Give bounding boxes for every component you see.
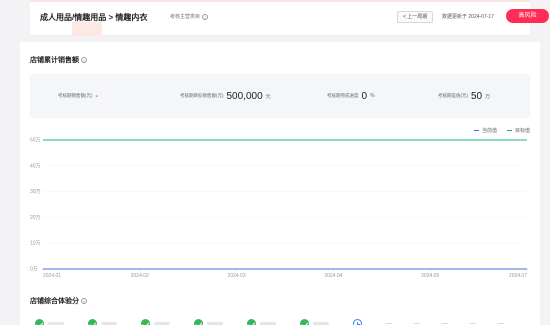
stat-progress: 考核期完成进度 0 % <box>327 74 375 118</box>
score-steps <box>35 319 504 325</box>
x-tick-label: 2024.01 <box>43 273 61 279</box>
score-step <box>300 319 329 325</box>
check-icon <box>141 319 150 325</box>
score-step <box>247 319 276 325</box>
score-step <box>88 319 117 325</box>
y-tick-label: 10万 <box>30 241 41 247</box>
assessment-category-text: 考核主营类目 <box>170 14 201 20</box>
stat-label: 考核期销售额(元) <box>58 93 93 98</box>
header-stripe <box>30 0 530 2</box>
stat-unit: 元 <box>265 93 271 100</box>
sales-section-title: 店铺累计销售额 i <box>30 55 87 65</box>
y-tick-label: 20万 <box>30 215 41 221</box>
pending-steps <box>386 322 504 325</box>
score-step <box>35 319 64 325</box>
x-tick-label: 2024.07 <box>509 273 527 279</box>
header-accent <box>72 22 102 36</box>
stat-unit: 万 <box>485 93 491 100</box>
stat-label: 考核期目标销售额(元) <box>180 93 224 98</box>
stat-value: - <box>95 92 98 100</box>
info-icon[interactable]: i <box>81 298 87 304</box>
stat-label: 考核期差值(元) <box>438 93 468 98</box>
y-tick-label: 50万 <box>30 138 41 144</box>
x-tick-label: 2024.04 <box>324 273 342 279</box>
x-tick-label: 2024.05 <box>421 273 439 279</box>
sales-line-chart: 0万 10万 20万 30万 40万 50万 2024.01 2024.02 2024.03 20… <box>30 138 528 279</box>
score-section-title: 店铺综合体验分 i <box>30 296 87 306</box>
score-step <box>194 319 223 325</box>
stat-unit: % <box>370 93 375 99</box>
x-tick-label: 2024.03 <box>228 273 246 279</box>
info-icon[interactable]: i <box>202 13 209 20</box>
sales-card: 店铺累计销售额 i 考核期销售额(元) - 考核期目标销售额(元) 500,00… <box>20 42 540 325</box>
category-breadcrumb: 成人用品/情趣用品 > 情趣内衣 <box>40 13 148 22</box>
stat-gap: 考核期差值(元) 50 万 <box>438 74 490 118</box>
stat-label: 考核期完成进度 <box>327 93 359 98</box>
stat-value: 500,000 <box>226 90 263 102</box>
y-tick-label: 40万 <box>30 163 41 169</box>
stat-target: 考核期目标销售额(元) 500,000 元 <box>180 74 271 118</box>
y-tick-label: 0万 <box>30 267 38 273</box>
info-icon[interactable]: i <box>81 57 87 63</box>
y-tick-label: 30万 <box>30 189 41 195</box>
clock-icon <box>353 319 362 325</box>
assessment-category-label: 考核主营类目 i <box>170 13 209 20</box>
data-updated-text: 数据更新于 2024-07-17 <box>442 14 494 20</box>
check-icon <box>88 319 97 325</box>
sales-title-text: 店铺累计销售额 <box>30 57 79 64</box>
sales-stats-panel: 考核期销售额(元) - 考核期目标销售额(元) 500,000 元 考核期完成进… <box>30 74 530 118</box>
stat-value: 50 <box>471 90 483 102</box>
stat-sales: 考核期销售额(元) - <box>58 74 98 118</box>
prev-period-button[interactable]: < 上一周期 <box>397 11 434 23</box>
score-step <box>141 319 170 325</box>
check-icon <box>194 319 203 325</box>
x-tick-label: 2024.02 <box>131 273 149 279</box>
check-icon <box>300 319 309 325</box>
stat-value: 0 <box>361 90 368 102</box>
check-icon <box>35 319 44 325</box>
check-icon <box>247 319 256 325</box>
high-risk-button[interactable]: 高风险 <box>506 9 549 23</box>
score-title-text: 店铺综合体验分 <box>30 298 79 305</box>
category-header-card: 成人用品/情趣用品 > 情趣内衣 考核主营类目 i < 上一周期 数据更新于 2… <box>30 0 549 36</box>
